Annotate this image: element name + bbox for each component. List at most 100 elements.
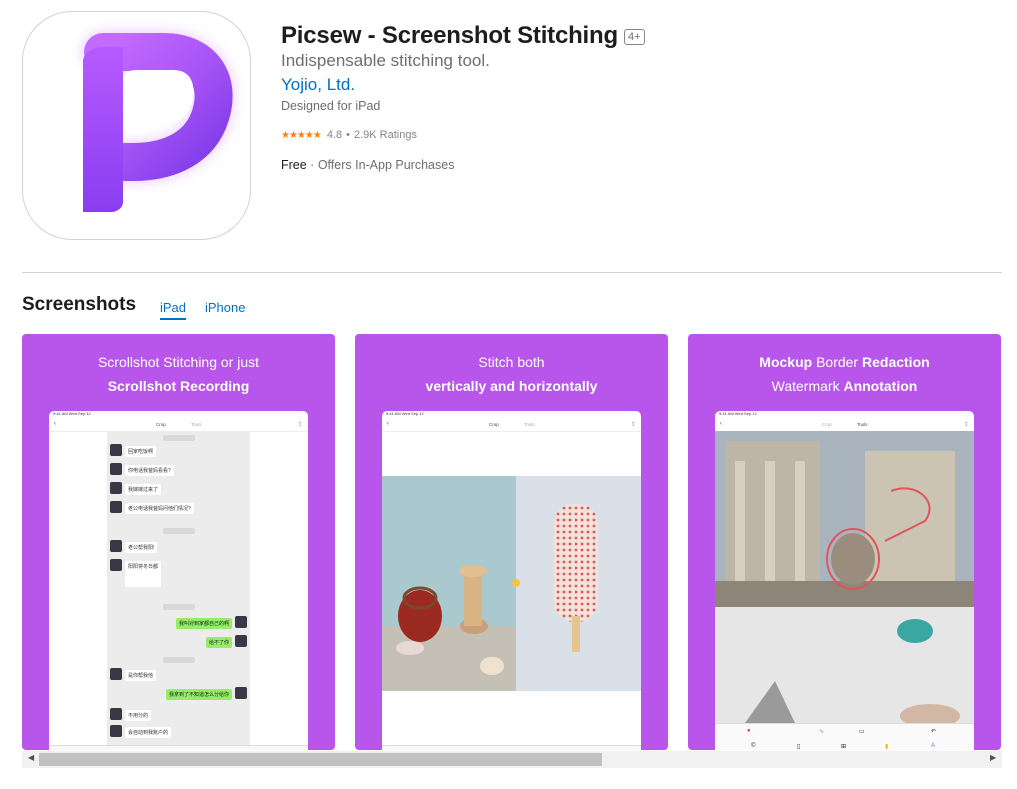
picsew-p-logo-icon: [82, 31, 235, 212]
chat-bubble: 不用分的: [125, 710, 152, 721]
tab-iphone[interactable]: iPhone: [205, 300, 245, 315]
star-rating-icon: ★★★★★: [281, 129, 322, 141]
caption-mockup: Mockup: [759, 354, 813, 370]
avatar: [110, 725, 122, 737]
scroll-left-arrow-icon[interactable]: ◀: [28, 753, 34, 762]
screenshot-caption-line2: Scrollshot Recording: [107, 378, 250, 394]
avatar: [110, 540, 122, 552]
avatar: [110, 482, 122, 494]
screenshot-caption-line1: Stitch both: [478, 354, 545, 370]
chat-bubble: 我拿到了不知道怎么分给你: [165, 689, 232, 700]
avatar: [110, 559, 122, 571]
avatar: [235, 687, 247, 699]
undo-icon: ↶: [931, 729, 937, 735]
timestamp-pill: [163, 435, 195, 441]
screenshot-caption-line1: Scrollshot Stitching or just: [97, 354, 260, 370]
screenshot-card-3[interactable]: Mockup Border Redaction Watermark Annota…: [688, 334, 1001, 750]
crop-tab: Crop: [156, 422, 166, 427]
designed-for-label: Designed for iPad: [281, 99, 381, 113]
device-icon: ▯: [797, 744, 801, 750]
avatar: [235, 616, 247, 628]
screenshot-card-2[interactable]: Stitch both vertically and horizontally …: [355, 334, 668, 750]
rating-value: 4.8: [326, 129, 343, 141]
price-separator: ·: [306, 158, 318, 172]
back-chevron-icon: ‹: [720, 421, 722, 427]
caption-border: Border: [816, 354, 859, 370]
chat-bubble: 我嫁嫁过来了: [125, 484, 162, 495]
chat-thread: 回家吃饭啊 你电话我爸妈看看? 我嫁嫁过来了 老公电话我爸妈问他们情况? 老公帮…: [107, 432, 250, 745]
highlight-icon: ▮: [885, 744, 889, 750]
stitched-photos-image: [382, 476, 641, 691]
caption-annotation: Annotation: [843, 378, 918, 394]
chat-bubble: 我叫对到家都自己的啊: [175, 618, 232, 629]
ipad-mockup: 9:41 AM Wed Sep 12 ‹ Crop Tools ⇪ ● ∿ ▭ …: [715, 411, 974, 750]
section-divider: [22, 272, 1002, 273]
chat-bubble: 会自动到我账户的: [125, 727, 172, 738]
in-app-purchases-label: Offers In-App Purchases: [317, 158, 455, 172]
screenshot-caption-line2: vertically and horizontally: [425, 378, 598, 394]
back-chevron-icon: ‹: [54, 421, 56, 427]
chat-bubble: 老公帮我阳!: [125, 542, 158, 553]
share-icon: ⇪: [297, 422, 303, 428]
text-icon: A: [931, 743, 936, 749]
rating-row: ★★★★★ 4.8 • 2.9K Ratings: [281, 129, 417, 141]
ratings-count: 2.9K Ratings: [353, 129, 417, 141]
tools-tab: Tools: [857, 422, 868, 427]
chat-bubble: 老公电话我爸妈问他们情况?: [125, 503, 194, 514]
avatar: [110, 463, 122, 475]
scrollbar-thumb[interactable]: [39, 753, 602, 766]
chat-bubble: 你电话我爸妈看看?: [125, 465, 174, 476]
timestamp-pill: [163, 604, 195, 610]
screenshot-caption-line1: Mockup Border Redaction: [688, 354, 1001, 370]
avatar: [110, 444, 122, 456]
price-row: Free · Offers In-App Purchases: [281, 158, 454, 172]
avatar: [235, 635, 247, 647]
caption-watermark: Watermark: [771, 378, 840, 394]
rating-separator: •: [346, 129, 350, 141]
rectangle-icon: ▭: [859, 729, 865, 735]
chat-bubble: 回家吃饭啊: [125, 446, 157, 457]
chat-bubble: 是你帮我他: [125, 670, 157, 681]
app-icon: [22, 11, 251, 240]
screenshot-caption-line2: Watermark Annotation: [688, 378, 1001, 394]
screenshots-heading: Screenshots: [22, 294, 137, 315]
bottom-toolbar: [49, 745, 308, 750]
share-icon: ⇪: [630, 422, 636, 428]
price-label: Free: [281, 158, 307, 172]
nav-bar: ‹ Crop Tools ⇪: [382, 419, 641, 432]
pen-color-icon: ●: [747, 728, 751, 734]
tab-ipad[interactable]: iPad: [160, 300, 187, 320]
timestamp-pill: [163, 657, 195, 663]
scroll-right-arrow-icon[interactable]: ▶: [990, 753, 996, 762]
tools-tab: Tools: [524, 422, 535, 427]
avatar: [110, 708, 122, 720]
caption-redaction: Redaction: [862, 354, 930, 370]
crop-tab: Crop: [489, 422, 499, 427]
status-bar: 9:41 AM Wed Sep 12: [719, 411, 757, 416]
age-rating-badge: 4+: [623, 29, 645, 45]
screenshot-card-1[interactable]: Scrollshot Stitching or just Scrollshot …: [22, 334, 335, 750]
avatar: [110, 501, 122, 513]
chat-bubble: 阳阳将冬日都: [125, 561, 162, 587]
timestamp-pill: [163, 528, 195, 534]
annotated-photo-image: [715, 431, 974, 723]
bottom-toolbar: [382, 745, 641, 750]
developer-link[interactable]: Yojio, Ltd.: [281, 75, 355, 95]
nav-bar: ‹ Crop Tools ⇪: [49, 419, 308, 432]
back-chevron-icon: ‹: [387, 421, 389, 427]
title-row: Picsew - Screenshot Stitching 4+: [281, 20, 645, 52]
edit-toolbar: ● ∿ ▭ ↶ © ▯ ⊞ ▮ A: [715, 723, 974, 750]
ipad-mockup: 9:41 AM Wed Sep 12 ‹ Crop Tools ⇪: [382, 411, 641, 750]
avatar: [110, 668, 122, 680]
app-title: Picsew - Screenshot Stitching: [281, 22, 618, 49]
tools-tab: Tools: [191, 422, 202, 427]
draw-icon: ∿: [819, 729, 825, 735]
status-bar: 9:41 AM Wed Sep 12: [53, 411, 91, 416]
ipad-mockup: 9:41 AM Wed Sep 12 ‹ Crop Tools ⇪ 回家吃饭啊 …: [49, 411, 308, 750]
copyright-icon: ©: [751, 743, 756, 749]
share-icon: ⇪: [963, 422, 969, 428]
crop-tab: Crop: [822, 422, 832, 427]
status-bar: 9:41 AM Wed Sep 12: [386, 411, 424, 416]
app-subtitle: Indispensable stitching tool.: [281, 51, 490, 70]
border-icon: ⊞: [841, 744, 847, 750]
